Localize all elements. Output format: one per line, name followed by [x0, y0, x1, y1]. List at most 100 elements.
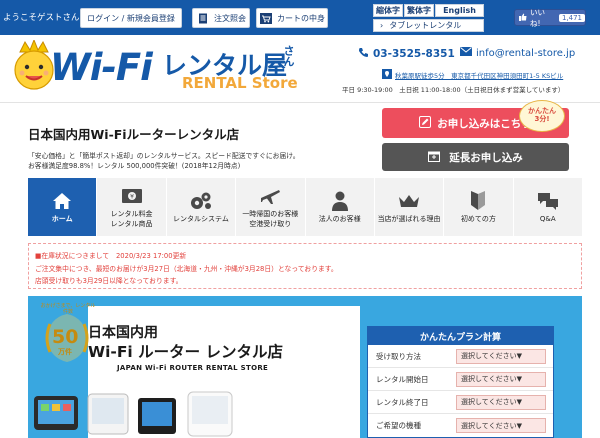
nav-airport-pickup[interactable]: 一時帰国のお客様 空港受け取り: [236, 178, 306, 236]
map-icon: [382, 69, 392, 81]
page-headline: 日本国内用Wi-Fiルーターレンタル店: [28, 127, 240, 142]
router-devices-image: [32, 386, 242, 438]
font-small-button[interactable]: 縮体字: [373, 4, 403, 17]
phone-icon: [358, 47, 369, 61]
cart-icon: [259, 12, 272, 24]
easy-3min-badge: かんたん 3分!: [519, 100, 565, 132]
welcome-text: ようこそゲストさん: [3, 13, 80, 23]
top-bar: ようこそゲストさん ログイン / 新規会員登録 注文照会 カートの中身 縮体字 …: [0, 0, 600, 35]
stock-notice: ■在庫状況につきまして 2020/3/23 17:00更新 ご注文集中につき、最…: [28, 243, 582, 289]
extend-label: 延長お申し込み: [449, 151, 523, 164]
document-icon: [196, 13, 209, 24]
yen-bill-icon: ¥: [121, 185, 143, 207]
like-label: いいね!: [530, 7, 545, 28]
hero-title-line-2: Wi-Fi ルーター レンタル店: [88, 343, 284, 361]
home-icon: [52, 190, 72, 212]
business-hours: 平日 9:30-19:00 土日祝 11:00-18:00（土日祝日休まず営業し…: [342, 86, 565, 94]
badge-unit: 万件: [58, 348, 72, 356]
qa-icon: [537, 190, 559, 212]
calc-row-start: レンタル開始日 選択してください▼: [368, 368, 553, 391]
nav-why-chosen-label: 当店が選ばれる理由: [377, 214, 441, 223]
person-icon: [331, 190, 349, 212]
crown-icon: [397, 190, 421, 212]
logo-wifi-text: Wi-Fi: [50, 46, 153, 89]
nav-first-time-label: 初めての方: [460, 214, 496, 223]
chevron-right-icon: ›: [380, 21, 384, 30]
extend-button[interactable]: 延長お申し込み: [382, 143, 569, 171]
login-register-button[interactable]: ログイン / 新規会員登録: [80, 8, 182, 28]
intro-line-1: 「安心価格」と「簡単ポスト返却」のレンタルサービス。スピード配送ですぐにお届け。: [28, 152, 300, 160]
font-large-button[interactable]: 繁体字: [404, 4, 434, 17]
nav-rental-system-label: レンタルシステム: [173, 214, 229, 223]
beginner-icon: [470, 190, 486, 212]
nav-home-label: ホーム: [51, 214, 73, 223]
notice-line-3: 店頭受け取りも3月29日以降となっております。: [35, 277, 183, 285]
order-inquiry-button[interactable]: 注文照会: [192, 8, 250, 28]
phone-number: 03-3525-8351: [373, 48, 455, 60]
logo-san-text: さん: [282, 45, 295, 67]
logo-english-text: RENTAL Store: [182, 74, 298, 92]
apply-label: お申し込みはこちら: [437, 117, 532, 130]
svg-text:¥: ¥: [130, 194, 134, 201]
nav-rental-system[interactable]: レンタルシステム: [166, 178, 237, 236]
model-label: ご希望の機種: [376, 421, 421, 430]
hero-title-line-1: 日本国内用: [88, 325, 158, 341]
hero-subtitle: JAPAN Wi-Fi ROUTER RENTAL STORE: [117, 364, 269, 372]
badge-number: 50: [52, 326, 79, 348]
english-label: English: [443, 6, 476, 15]
main-nav: ホーム ¥ レンタル料金 レンタル商品 レンタルシステム 一時帰国のお客様 空港…: [28, 178, 582, 236]
badge-top-text: おかげさまで、レンタル件数: [40, 303, 96, 315]
email-contact[interactable]: info@rental-store.jp: [460, 47, 575, 59]
header-divider: [0, 102, 600, 103]
address-line[interactable]: 秋葉原駅徒歩5分 東京都千代田区神田須田町1-5 KSビル: [382, 69, 563, 81]
model-select[interactable]: 選択してください▼: [456, 418, 546, 433]
gears-icon: [189, 190, 213, 212]
pickup-method-label: 受け取り方法: [376, 351, 421, 361]
nav-home[interactable]: ホーム: [28, 178, 98, 236]
start-date-label: レンタル開始日: [376, 374, 429, 384]
tablet-rental-label: タブレットレンタル: [389, 21, 462, 30]
font-large-label: 繁体字: [407, 6, 431, 15]
start-date-select[interactable]: 選択してください▼: [456, 371, 546, 387]
mail-icon: [460, 47, 472, 59]
notice-line-1: ■在庫状況につきまして 2020/3/23 17:00更新: [35, 252, 187, 260]
nav-airport-pickup-label: 一時帰国のお客様 空港受け取り: [242, 210, 299, 228]
order-inquiry-label: 注文照会: [214, 13, 246, 23]
email-address: info@rental-store.jp: [476, 47, 576, 59]
nav-qa-label: Q&A: [539, 214, 556, 223]
cart-label: カートの中身: [277, 13, 325, 23]
mascot-icon: [14, 38, 54, 90]
badge-line-2: 3分!: [534, 115, 550, 123]
calculator-title: かんたんプラン計算: [368, 327, 553, 345]
facebook-like-button[interactable]: いいね! 1,471: [514, 7, 586, 28]
end-date-select[interactable]: 選択してください▼: [456, 394, 546, 410]
address-text: 秋葉原駅徒歩5分 東京都千代田区神田須田町1-5 KSビル: [395, 72, 564, 80]
like-count: 1,471: [558, 13, 585, 22]
nav-first-time[interactable]: 初めての方: [444, 178, 514, 236]
tablet-rental-link[interactable]: › タブレットレンタル: [373, 19, 484, 32]
easy-plan-calculator: かんたんプラン計算 受け取り方法 選択してください▼ レンタル開始日 選択してく…: [367, 326, 554, 438]
login-register-label: ログイン / 新規会員登録: [87, 13, 175, 23]
airplane-icon: [259, 185, 281, 207]
nav-rental-price-label: レンタル料金 レンタル商品: [110, 210, 153, 228]
calendar-plus-icon: [428, 150, 441, 165]
nav-corporate-label: 法人のお客様: [318, 214, 361, 223]
nav-corporate[interactable]: 法人のお客様: [305, 178, 375, 236]
cart-button[interactable]: カートの中身: [256, 8, 328, 28]
thumbs-up-icon: [519, 13, 527, 23]
font-small-label: 縮体字: [376, 6, 400, 15]
calc-row-model: ご希望の機種 選択してください▼: [368, 414, 553, 437]
nav-rental-price[interactable]: ¥ レンタル料金 レンタル商品: [97, 178, 167, 236]
intro-line-2: お客様満足度98.8%！レンタル 500,000件突破！(2018年12月時点): [28, 162, 241, 170]
notice-line-2: ご注文集中につき、最短のお届けが3月27日（北海道・九州・沖縄が3月28日）とな…: [35, 265, 338, 273]
english-button[interactable]: English: [435, 4, 484, 17]
site-logo[interactable]: Wi-Fi レンタル屋 さん RENTAL Store: [12, 38, 312, 98]
phone-contact[interactable]: 03-3525-8351: [358, 47, 455, 61]
end-date-label: レンタル終了日: [376, 397, 429, 407]
nav-qa[interactable]: Q&A: [513, 178, 582, 236]
nav-why-chosen[interactable]: 当店が選ばれる理由: [374, 178, 445, 236]
calc-row-pickup: 受け取り方法 選択してください▼: [368, 345, 553, 368]
pickup-method-select[interactable]: 選択してください▼: [456, 348, 546, 364]
calc-row-end: レンタル終了日 選択してください▼: [368, 391, 553, 414]
pencil-icon: [419, 115, 432, 131]
